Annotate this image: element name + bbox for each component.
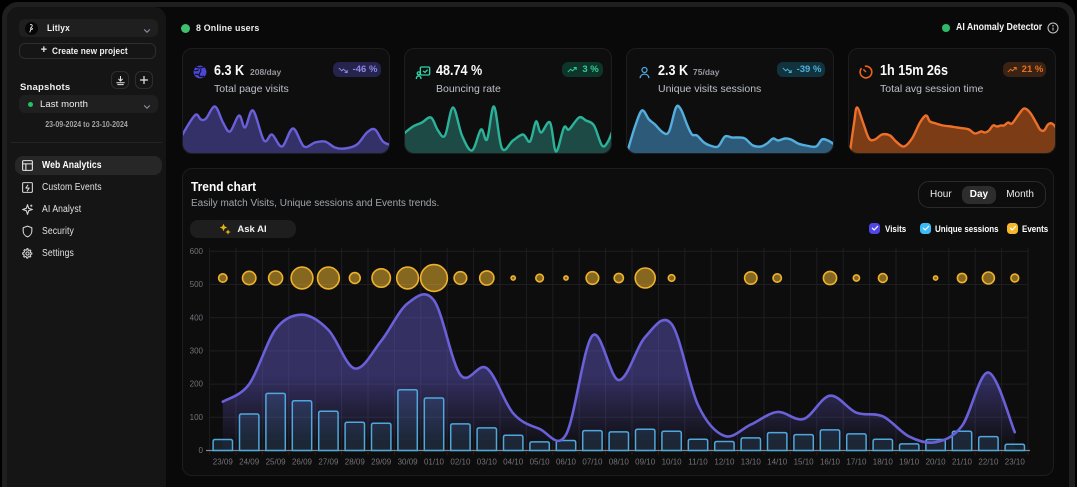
svg-text:23/09: 23/09 xyxy=(213,458,234,467)
svg-text:30/09: 30/09 xyxy=(398,458,419,467)
svg-text:07/10: 07/10 xyxy=(582,458,603,467)
svg-text:05/10: 05/10 xyxy=(530,458,551,467)
svg-text:25/09: 25/09 xyxy=(266,458,287,467)
svg-text:08/10: 08/10 xyxy=(609,458,630,467)
svg-text:21/10: 21/10 xyxy=(952,458,973,467)
svg-text:28/09: 28/09 xyxy=(345,458,366,467)
svg-text:09/10: 09/10 xyxy=(635,458,656,467)
svg-text:0: 0 xyxy=(199,446,204,455)
svg-text:200: 200 xyxy=(190,380,204,389)
svg-text:300: 300 xyxy=(190,347,204,356)
svg-text:04/10: 04/10 xyxy=(503,458,524,467)
svg-text:14/10: 14/10 xyxy=(767,458,788,467)
svg-text:10/10: 10/10 xyxy=(662,458,683,467)
svg-text:06/10: 06/10 xyxy=(556,458,577,467)
svg-text:15/10: 15/10 xyxy=(794,458,815,467)
svg-text:19/10: 19/10 xyxy=(899,458,920,467)
svg-text:600: 600 xyxy=(190,247,204,256)
svg-text:18/10: 18/10 xyxy=(873,458,894,467)
svg-text:16/10: 16/10 xyxy=(820,458,841,467)
svg-text:22/10: 22/10 xyxy=(978,458,999,467)
svg-text:11/10: 11/10 xyxy=(688,458,708,467)
svg-text:13/10: 13/10 xyxy=(741,458,762,467)
svg-text:01/10: 01/10 xyxy=(424,458,445,467)
svg-text:400: 400 xyxy=(190,313,204,322)
svg-text:29/09: 29/09 xyxy=(371,458,392,467)
svg-text:12/10: 12/10 xyxy=(714,458,735,467)
svg-text:26/09: 26/09 xyxy=(292,458,313,467)
svg-text:27/09: 27/09 xyxy=(318,458,339,467)
svg-text:500: 500 xyxy=(190,280,204,289)
svg-text:100: 100 xyxy=(190,413,204,422)
svg-text:17/10: 17/10 xyxy=(846,458,867,467)
svg-text:24/09: 24/09 xyxy=(239,458,260,467)
svg-text:23/10: 23/10 xyxy=(1005,458,1026,467)
svg-text:02/10: 02/10 xyxy=(450,458,471,467)
svg-text:20/10: 20/10 xyxy=(926,458,947,467)
svg-text:03/10: 03/10 xyxy=(477,458,498,467)
